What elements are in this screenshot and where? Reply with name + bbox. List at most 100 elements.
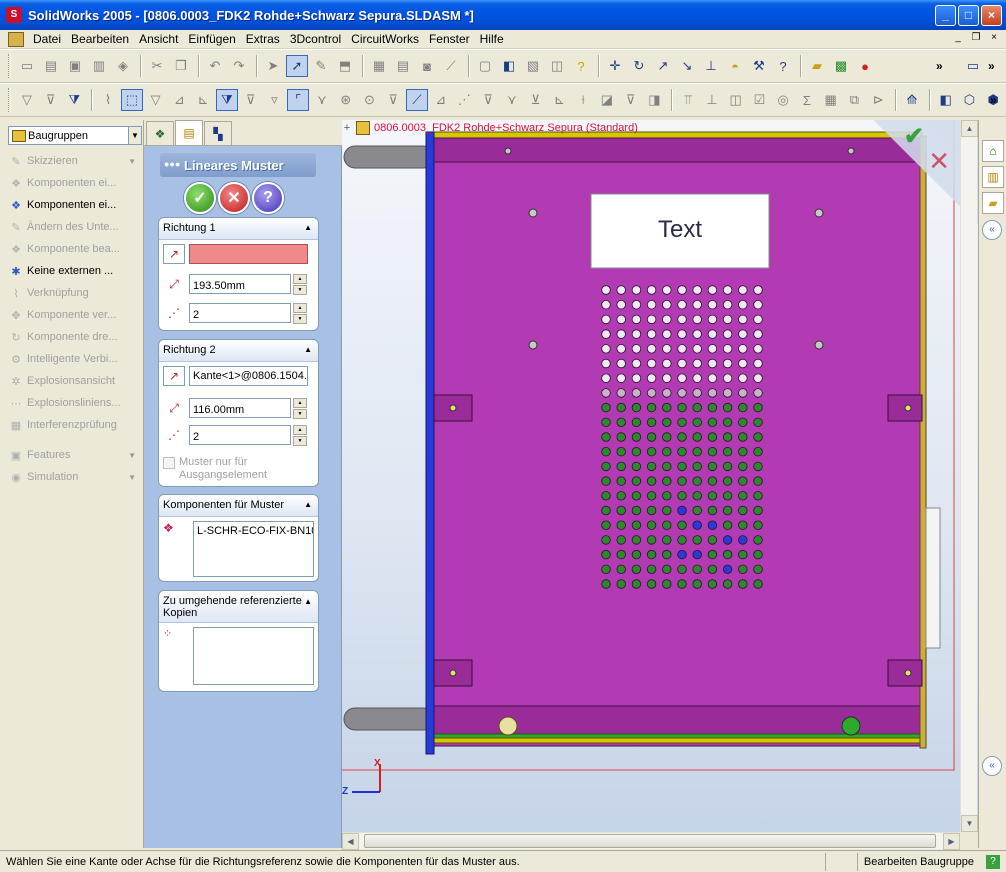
menu-item-8[interactable]: Hilfe	[475, 30, 509, 48]
quick-tips-icon[interactable]: ?	[986, 854, 1000, 869]
open-file-icon[interactable]: ▤	[40, 55, 62, 77]
seed-only-checkbox[interactable]: Muster nur für Ausgangselement	[163, 456, 289, 482]
rotate-icon[interactable]: ↻	[628, 55, 650, 77]
command-item[interactable]: ✱ Keine externen ...	[8, 260, 142, 282]
command-item[interactable]: ⌇ Verknüpfung	[8, 282, 142, 304]
measure-icon[interactable]: ⟋	[440, 55, 462, 77]
feature-tree-root[interactable]: + 0806.0003_FDK2 Rohde+Schwarz Sepura (S…	[342, 120, 638, 136]
toolbar-chevron[interactable]: »	[988, 59, 995, 73]
rebuild-icon[interactable]: ⬒	[334, 55, 356, 77]
command-item[interactable]: ◉ Simulation ▼	[8, 466, 142, 488]
folder-open-icon[interactable]: ▰	[806, 55, 828, 77]
confirm-ok-icon[interactable]: ✔	[904, 122, 924, 151]
filter-datums-icon[interactable]: ⊽	[382, 89, 404, 111]
mdi-restore-button[interactable]: ❐	[968, 31, 984, 46]
collapse-taskpane-icon[interactable]: «	[982, 220, 1002, 240]
scroll-down-button[interactable]: ▼	[961, 815, 978, 832]
expand-icon[interactable]: +	[342, 122, 352, 134]
arrow-ne-icon[interactable]: ↗	[652, 55, 674, 77]
filter-origin-icon[interactable]: ⌜	[287, 89, 310, 111]
direction2-edge-field[interactable]: Kante<1>@0806.1504.	[189, 366, 308, 386]
shaded-icon[interactable]: ◧	[935, 89, 957, 111]
filter-active-icon[interactable]: ⧩	[216, 89, 238, 111]
command-item[interactable]: ❖ Komponente bea...	[8, 238, 142, 260]
mdi-minimize-button[interactable]: _	[950, 31, 966, 46]
filter-faces-icon[interactable]: ▽	[145, 89, 167, 111]
library-icon[interactable]: ◫	[546, 55, 568, 77]
sketch-tool-icon[interactable]: ✎	[310, 55, 332, 77]
question-icon[interactable]: ?	[772, 55, 794, 77]
filter-dowel-icon[interactable]: ⊥	[701, 89, 723, 111]
ok-button[interactable]: ✓	[184, 182, 216, 214]
command-item[interactable]: ❖ Komponenten ei...	[8, 194, 142, 216]
direction2-instances-spinner[interactable]: ▲ ▼	[293, 425, 307, 446]
filter-vertices-icon[interactable]: ⧩	[63, 89, 85, 111]
graphics-area[interactable]: Text X Z + 0806.0003_FDK2 Rohde+Schwarz …	[342, 120, 978, 832]
filter-bom-icon[interactable]: ◪	[596, 89, 618, 111]
help-icon[interactable]: ?	[570, 55, 592, 77]
grid-icon[interactable]: ▦	[368, 55, 390, 77]
filter-blocks-icon[interactable]: ⊽	[477, 89, 499, 111]
command-item[interactable]: ❖ Komponenten ei...	[8, 172, 142, 194]
filter-dims-icon[interactable]: ⋎	[311, 89, 333, 111]
filter-planes-icon[interactable]: ⊿	[169, 89, 191, 111]
command-item[interactable]: ✎ Ändern des Unte...	[8, 216, 142, 238]
chevron-down-icon[interactable]: ▼	[128, 473, 136, 482]
filter-hole-icon[interactable]: ⊾	[549, 89, 571, 111]
command-item[interactable]: ↻ Komponente dre...	[8, 326, 142, 348]
help-button[interactable]: ?	[252, 182, 284, 214]
components-list[interactable]: L-SCHR-ECO-FIX-BN106	[193, 521, 314, 577]
maximize-button[interactable]: □	[958, 5, 979, 26]
toolbar-grip[interactable]	[8, 88, 11, 112]
direction1-instances-spinner[interactable]: ▲ ▼	[293, 303, 307, 324]
toolbar-chevron[interactable]: »	[990, 93, 997, 107]
command-item[interactable]: ✥ Komponente ver...	[8, 304, 142, 326]
cancel-button[interactable]: ✕	[218, 182, 250, 214]
mdi-close-button[interactable]: ×	[986, 31, 1002, 46]
menu-item-0[interactable]: Datei	[28, 30, 66, 48]
table-icon[interactable]: ▤	[392, 55, 414, 77]
direction2-distance-input[interactable]	[189, 398, 291, 418]
filter-notes-icon[interactable]: ⊛	[335, 89, 357, 111]
configuration-manager-tab[interactable]: ▚	[204, 121, 232, 145]
direction1-edge-field[interactable]	[189, 244, 308, 264]
components-header[interactable]: Komponenten für Muster ▲	[159, 495, 318, 517]
sum-icon[interactable]: Σ	[796, 89, 818, 111]
mate-tool-icon[interactable]: ⌇	[97, 89, 119, 111]
filter-balloon-icon[interactable]: ⊽	[620, 89, 642, 111]
select-icon[interactable]: ➤	[262, 55, 284, 77]
print-icon[interactable]: ▥	[88, 55, 110, 77]
chevron-down-icon[interactable]: ▼	[128, 127, 141, 144]
skip-instances-header[interactable]: Zu umgehende referenzierte Kopien ▲	[159, 591, 318, 623]
command-item[interactable]: ✲ Explosionsansicht	[8, 370, 142, 392]
toolbar-grip[interactable]	[8, 54, 11, 78]
scroll-up-button[interactable]: ▲	[961, 120, 978, 137]
direction2-header[interactable]: Richtung 2 ▲	[159, 340, 318, 362]
filter-surfaces-icon[interactable]: ⊿	[430, 89, 452, 111]
menu-item-3[interactable]: Einfügen	[183, 30, 240, 48]
view-cube-icon[interactable]: ⬡	[959, 89, 981, 111]
filter-revision-icon[interactable]: ⧉	[844, 89, 866, 111]
undo-icon[interactable]: ↶	[204, 55, 226, 77]
new-file-icon[interactable]: ▭	[16, 55, 38, 77]
arrow-se-icon[interactable]: ↘	[676, 55, 698, 77]
menu-item-1[interactable]: Bearbeiten	[66, 30, 134, 48]
scroll-left-button[interactable]: ◀	[342, 833, 359, 850]
cut-icon[interactable]: ✂	[146, 55, 168, 77]
save-icon[interactable]: ▣	[64, 55, 86, 77]
command-item[interactable]: ✎ Skizzieren ▼	[8, 150, 142, 172]
dome-icon[interactable]: ◓	[724, 55, 746, 77]
filter-surface-finish-icon[interactable]: ⟊	[572, 89, 594, 111]
checkbox-box[interactable]	[163, 457, 175, 469]
filter-cosmetic-icon[interactable]: ⊻	[525, 89, 547, 111]
properties-icon[interactable]: ◧	[498, 55, 520, 77]
horizontal-scroll-thumb[interactable]	[364, 834, 936, 848]
point-icon[interactable]: ✛	[604, 55, 626, 77]
collapse-icon[interactable]: ▲	[304, 500, 312, 509]
filter-welds-icon[interactable]: ⊙	[359, 89, 381, 111]
minimize-button[interactable]: _	[935, 5, 956, 26]
collapse-icon[interactable]: ▲	[304, 345, 312, 354]
filter-weld-bead-icon[interactable]: ◫	[725, 89, 747, 111]
reverse-direction-icon[interactable]: ↗	[163, 244, 185, 264]
direction2-instances-input[interactable]	[189, 425, 291, 445]
